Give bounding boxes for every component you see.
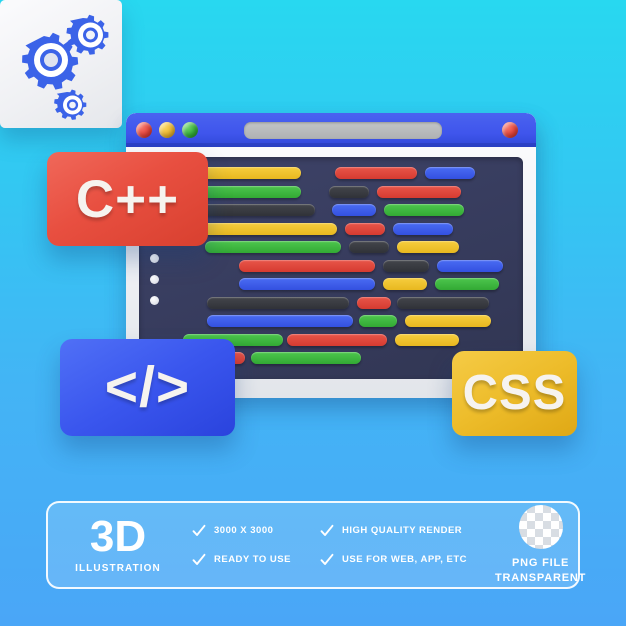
feature-item: READY TO USE bbox=[192, 553, 314, 567]
check-icon bbox=[192, 524, 206, 538]
code-line-segment bbox=[345, 222, 385, 235]
window-titlebar bbox=[126, 113, 536, 147]
gutter-dot bbox=[150, 275, 159, 284]
code-line-segment bbox=[383, 278, 427, 290]
code-line-segment bbox=[377, 185, 461, 198]
close-dot[interactable] bbox=[136, 122, 152, 138]
code-line-segment bbox=[187, 222, 337, 235]
gutter-dot bbox=[150, 254, 159, 263]
code-line-segment bbox=[405, 315, 491, 327]
gears-icon bbox=[22, 14, 109, 120]
css-badge-label: CSS bbox=[462, 366, 567, 420]
feature-label: READY TO USE bbox=[214, 554, 291, 565]
minimize-dot[interactable] bbox=[159, 122, 175, 138]
footer-brand-subtitle: ILLUSTRATION bbox=[75, 562, 161, 574]
feature-item: 3000 X 3000 bbox=[192, 524, 314, 538]
cpp-badge-label: C++ bbox=[75, 169, 180, 229]
code-line-segment bbox=[349, 241, 389, 253]
footer-brand: 3D ILLUSTRATION bbox=[48, 512, 188, 574]
code-line-segment bbox=[383, 259, 429, 272]
code-line-segment bbox=[384, 204, 464, 216]
footer-brand-title: 3D bbox=[89, 512, 147, 562]
code-line-segment bbox=[207, 315, 353, 327]
code-line-segment bbox=[395, 333, 459, 346]
gutter-dot bbox=[150, 296, 159, 305]
code-line-segment bbox=[437, 259, 503, 272]
code-line-segment bbox=[239, 259, 375, 272]
code-line-segment bbox=[205, 241, 341, 253]
code-badge[interactable]: </> bbox=[60, 339, 235, 436]
code-line-segment bbox=[397, 296, 489, 309]
check-icon bbox=[320, 553, 334, 567]
gears-card[interactable] bbox=[0, 0, 122, 128]
footer-info-panel: 3D ILLUSTRATION 3000 X 3000 HIGH QUALITY… bbox=[46, 501, 585, 589]
code-line-segment bbox=[335, 167, 417, 179]
png-transparent-block: PNG FILE TRANSPARENT bbox=[495, 504, 587, 586]
right-dot[interactable] bbox=[502, 122, 518, 138]
cpp-badge[interactable]: C++ bbox=[47, 152, 208, 246]
code-line-segment bbox=[207, 296, 349, 309]
png-file-label: PNG FILE bbox=[511, 556, 570, 569]
code-line-segment bbox=[435, 278, 499, 290]
check-icon bbox=[192, 553, 206, 567]
code-line-segment bbox=[239, 278, 375, 290]
code-line-segment bbox=[393, 222, 453, 235]
code-line-segment bbox=[397, 241, 459, 253]
feature-label: HIGH QUALITY RENDER bbox=[342, 525, 463, 536]
transparency-checkerboard-icon bbox=[518, 504, 563, 549]
illustration-canvas: C++ </> CSS 3D ILLUSTRATION 3000 X 3000 … bbox=[0, 0, 626, 626]
feature-label: 3000 X 3000 bbox=[214, 525, 274, 536]
address-bar[interactable] bbox=[244, 122, 442, 139]
feature-label: USE FOR WEB, APP, ETC bbox=[342, 554, 468, 565]
feature-item: USE FOR WEB, APP, ETC bbox=[320, 553, 495, 567]
code-line-segment bbox=[329, 185, 369, 198]
feature-list: 3000 X 3000 HIGH QUALITY RENDER READY TO… bbox=[192, 524, 495, 567]
code-line-segment bbox=[357, 296, 391, 309]
png-transparent-label: TRANSPARENT bbox=[495, 571, 587, 584]
css-badge[interactable]: CSS bbox=[452, 351, 577, 436]
code-line-segment bbox=[332, 204, 376, 216]
code-line-segment bbox=[287, 333, 387, 346]
code-badge-label: </> bbox=[104, 355, 191, 419]
feature-item: HIGH QUALITY RENDER bbox=[320, 524, 495, 538]
code-line-segment bbox=[251, 352, 361, 364]
code-line-segment bbox=[359, 315, 397, 327]
code-line-segment bbox=[425, 167, 475, 179]
check-icon bbox=[320, 524, 334, 538]
maximize-dot[interactable] bbox=[182, 122, 198, 138]
